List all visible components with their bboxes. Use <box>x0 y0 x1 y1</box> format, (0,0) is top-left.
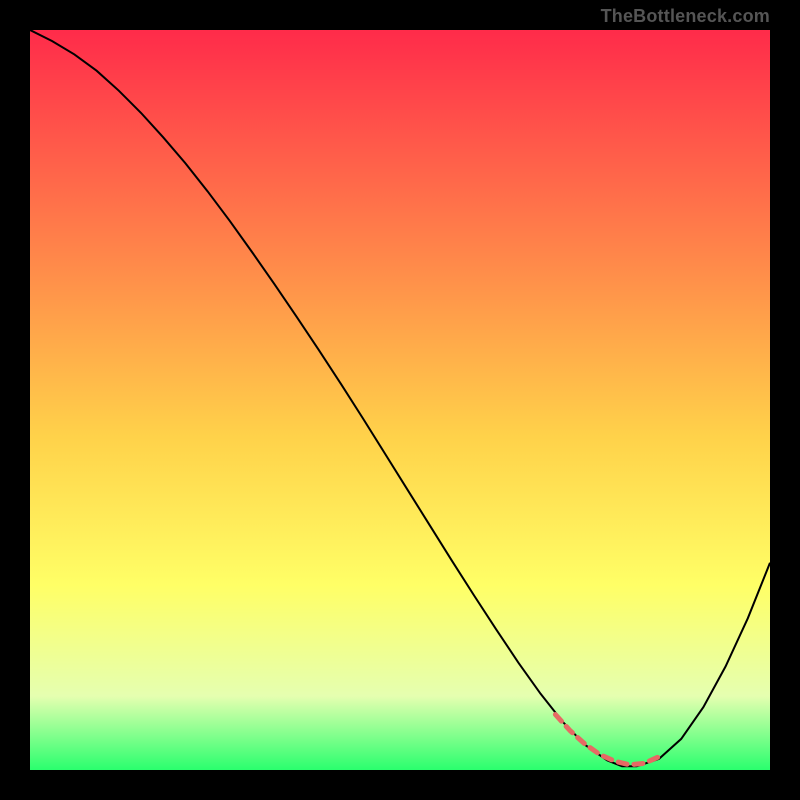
gradient-background <box>30 30 770 770</box>
attribution-label: TheBottleneck.com <box>601 6 770 27</box>
chart-svg <box>30 30 770 770</box>
chart-container: TheBottleneck.com <box>0 0 800 800</box>
plot-area <box>30 30 770 770</box>
